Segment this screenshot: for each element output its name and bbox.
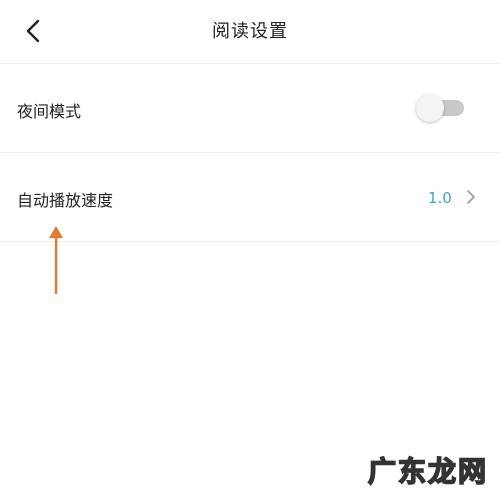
night-mode-label: 夜间模式 <box>17 102 82 121</box>
setting-row-autoplay-speed[interactable]: 自动播放速度 1.0 <box>0 153 500 242</box>
reading-settings-page: 阅读设置 夜间模式 自动播放速度 1.0 广东龙网 <box>0 0 500 500</box>
watermark-text: 广东龙网 <box>367 454 489 489</box>
up-arrow-icon <box>49 226 63 294</box>
toggle-knob <box>416 94 444 122</box>
autoplay-speed-value: 1.0 <box>428 189 452 207</box>
page-title: 阅读设置 <box>212 21 288 42</box>
autoplay-speed-label: 自动播放速度 <box>17 191 114 210</box>
setting-row-night-mode[interactable]: 夜间模式 <box>0 64 500 153</box>
header-bar: 阅读设置 <box>0 0 500 64</box>
night-mode-toggle[interactable] <box>416 94 464 122</box>
watermark: 广东龙网 <box>360 450 500 490</box>
chevron-right-icon <box>467 190 475 204</box>
